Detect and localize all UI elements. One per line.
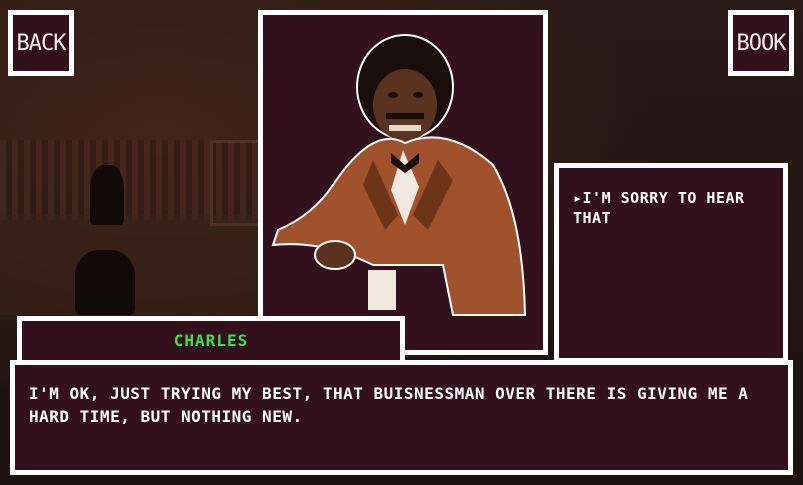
dialog-box[interactable]: I'M OK, JUST TRYING MY BEST, THAT BUISNE… [10,360,793,475]
choice-marker-icon: ▸ [573,189,583,207]
patron-silhouette [90,165,124,225]
speaker-nameplate: CHARLES [17,316,405,366]
choice-label: I'M SORRY TO HEAR THAT [573,189,745,227]
character-portrait [258,10,548,355]
speaker-name: CHARLES [173,331,249,350]
choice-panel: ▸I'M SORRY TO HEAR THAT [554,163,788,363]
back-door [210,140,261,226]
charles-portrait-art [271,34,527,316]
back-button[interactable]: BACK [8,10,74,76]
patron-silhouette [75,250,135,315]
choice-option[interactable]: ▸I'M SORRY TO HEAR THAT [573,188,773,228]
dialog-text: I'M OK, JUST TRYING MY BEST, THAT BUISNE… [29,384,749,426]
book-button[interactable]: BOOK [728,10,794,76]
